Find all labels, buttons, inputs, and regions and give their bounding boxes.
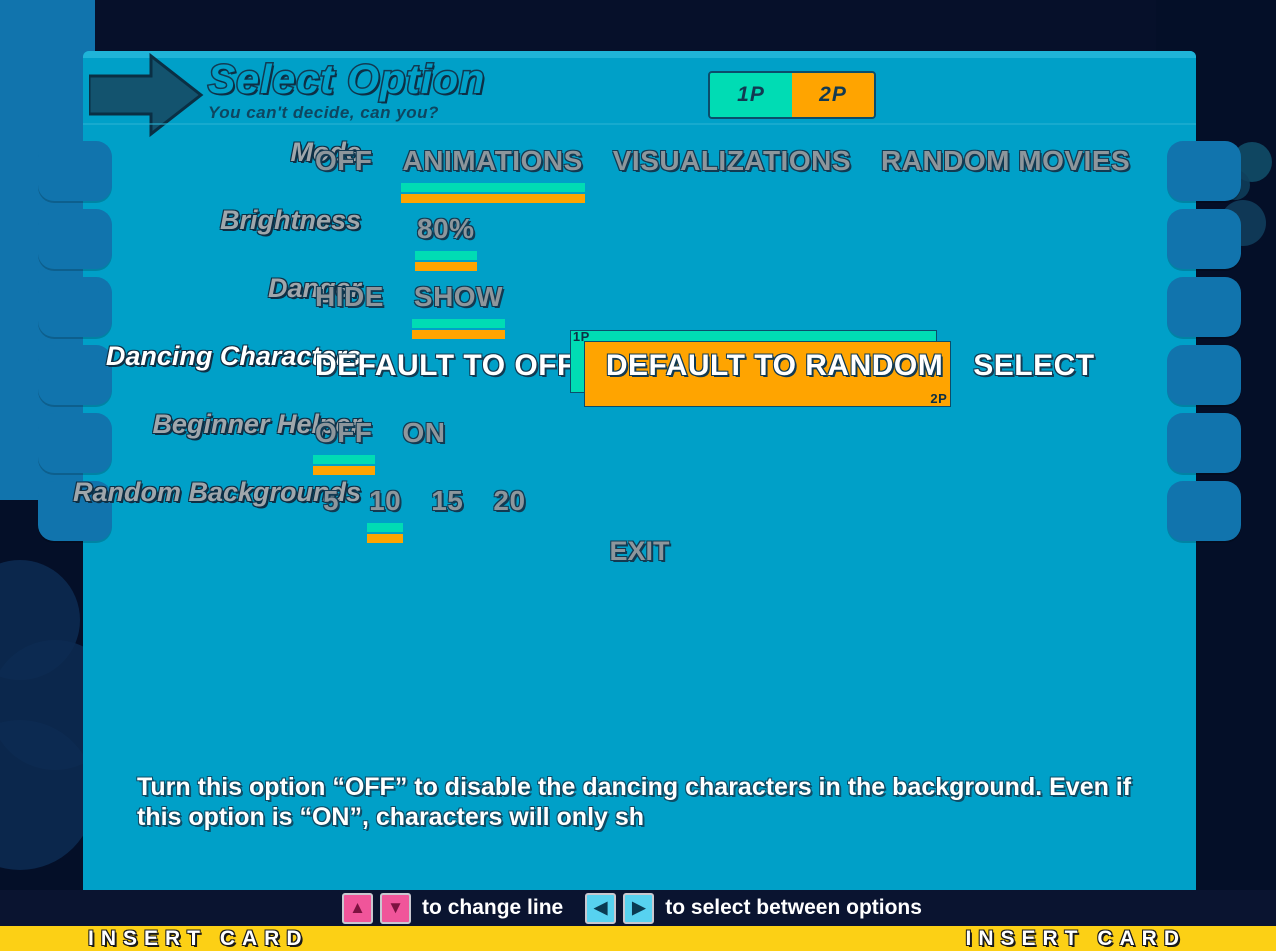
option-choice-label: OFF (315, 417, 373, 448)
title-block: Select Option You can't decide, can you? (206, 56, 486, 123)
option-choice-label: SELECT (973, 349, 1095, 382)
option-choice-list: 80% (413, 213, 479, 271)
option-row[interactable]: Brightness 80% (83, 207, 1196, 275)
option-rows: Mode OFF ANIMATIONS VISUALIZATIONS RANDOM MO… (73, 139, 1196, 547)
insert-card-right: INSERT CARD (965, 927, 1186, 950)
option-choice-label: VISUALIZATIONS (612, 145, 852, 176)
option-choice-label: 20 (493, 485, 526, 516)
option-row[interactable]: Mode OFF ANIMATIONS VISUALIZATIONS RANDOM MO… (83, 139, 1196, 207)
selection-indicator-bars (400, 183, 585, 203)
option-choice-list: 5 10 15 20 (319, 485, 530, 543)
player-2-badge: 2P (792, 73, 874, 117)
option-choice[interactable]: VISUALIZATIONS (609, 145, 855, 177)
option-choice-label: 10 (369, 485, 402, 516)
page-title: Select Option (206, 56, 486, 102)
option-choice[interactable]: RANDOM MOVIES (877, 145, 1134, 177)
option-choice-label: OFF (315, 145, 373, 176)
footer-hint-text: to select between options (665, 896, 922, 919)
option-choice[interactable]: OFF (311, 145, 377, 177)
option-choice-list: DEFAULT TO OFF 1P 2P DEFAULT TO RANDOM SELEC… (311, 329, 1099, 407)
player-1-selection-bar (415, 251, 477, 260)
player-2-selection-bar (400, 194, 585, 203)
exit-label[interactable]: EXIT (609, 536, 669, 567)
option-choice[interactable]: ON (399, 417, 450, 449)
arrow-down-icon: ▼ (380, 892, 412, 924)
option-choice-label: DEFAULT TO OFF (315, 349, 576, 382)
option-row-label: Danger (267, 273, 361, 303)
option-choice[interactable]: 80% (413, 213, 479, 271)
option-row[interactable]: Dancing Characters DEFAULT TO OFF 1P 2P DEFA… (83, 329, 1196, 411)
option-choice[interactable]: DEFAULT TO OFF (311, 349, 580, 383)
exit-row[interactable]: EXIT (83, 536, 1196, 567)
option-choice-label: ANIMATIONS (402, 145, 583, 176)
game-screen: Select Option You can't decide, can you?… (0, 0, 1276, 951)
option-choice-list: OFF ON (311, 417, 450, 475)
option-choice-list: OFF ANIMATIONS VISUALIZATIONS RANDOM MOVIES (311, 145, 1134, 203)
footer-hint-bar: ▲ ▼ to change line ◀ ▶ to select between opti… (0, 890, 1276, 926)
option-choice[interactable]: HIDE (311, 281, 388, 313)
option-choice-label: RANDOM MOVIES (881, 145, 1131, 176)
panel-header: Select Option You can't decide, can you?… (83, 51, 1196, 138)
option-choice[interactable]: 10 (365, 485, 405, 543)
footer-hint: ◀ ▶ to select between options (585, 892, 934, 924)
page-subtitle: You can't decide, can you? (208, 103, 439, 122)
player-1-badge: 1P (710, 73, 792, 117)
option-choice-label: 15 (431, 485, 464, 516)
player-2-selection-bar (415, 262, 477, 271)
player-1-selection-bar (367, 523, 404, 532)
option-choice[interactable]: SELECT (969, 349, 1098, 383)
player-2-cursor-tag: 2P (930, 391, 948, 406)
option-choice[interactable]: 5 (319, 485, 343, 517)
option-row-label: Mode (290, 137, 362, 167)
player-1-selection-bar (313, 455, 375, 464)
footer-hint: ▲ ▼ to change line (342, 892, 575, 924)
option-choice-label: 80% (417, 213, 475, 244)
player-2-selection-bar (411, 330, 506, 339)
option-choice-label: SHOW (413, 281, 504, 312)
option-row-label: Beginner Helper (152, 409, 361, 439)
option-choice[interactable]: ANIMATIONS (399, 145, 587, 203)
help-text: Turn this option “OFF” to disable the da… (137, 773, 1132, 831)
option-row-label: Random Backgrounds (72, 477, 361, 507)
option-choice[interactable]: OFF (311, 417, 377, 475)
options-panel: Select Option You can't decide, can you?… (38, 51, 1241, 892)
option-choice-label: HIDE (315, 281, 384, 312)
option-choice-label: DEFAULT TO RANDOM (605, 349, 944, 382)
selection-indicator-bars (411, 319, 506, 339)
arrow-left-icon: ◀ (585, 892, 617, 924)
option-choice[interactable]: 1P 2P DEFAULT TO RANDOM (569, 329, 952, 407)
option-choice[interactable]: SHOW (410, 281, 507, 339)
right-arrow-icon (89, 52, 204, 138)
player-1-selection-bar (411, 319, 506, 328)
selection-indicator-bars (313, 455, 375, 475)
option-choice-list: HIDE SHOW (311, 281, 507, 339)
player-2-selection-bar (313, 466, 375, 475)
arrow-up-icon: ▲ (342, 892, 374, 924)
footer-hint-text: to change line (422, 896, 564, 919)
option-row-label: Brightness (219, 205, 361, 235)
header-divider (83, 123, 1196, 125)
option-row-label: Dancing Characters (105, 341, 361, 371)
player-badge: 1P 2P (708, 71, 876, 119)
insert-card-left: INSERT CARD (88, 927, 309, 950)
selection-indicator-bars (415, 251, 477, 271)
option-choice[interactable]: 20 (489, 485, 529, 517)
option-choice[interactable]: 15 (427, 485, 467, 517)
option-choice-label: ON (402, 417, 446, 448)
option-choice-label: 5 (323, 485, 340, 516)
player-1-selection-bar (400, 183, 585, 192)
option-row[interactable]: Beginner Helper OFF ON (83, 411, 1196, 479)
arrow-right-icon: ▶ (623, 892, 655, 924)
